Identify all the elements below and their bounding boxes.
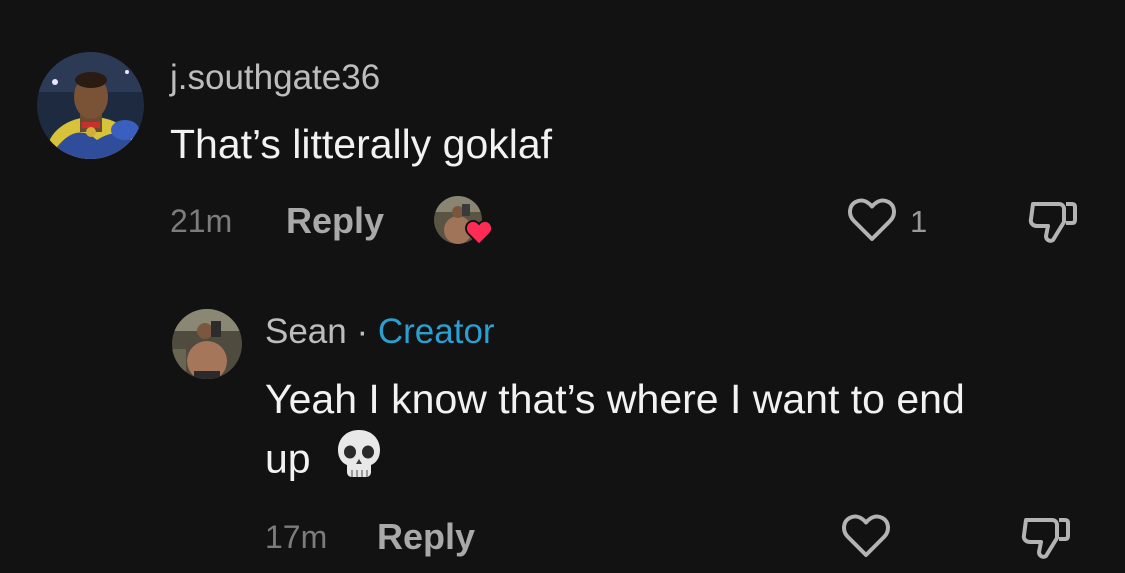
reply-author-line: Sean · Creator [265, 312, 495, 352]
heart-outline-icon [848, 198, 896, 241]
reply-timestamp: 17m [265, 519, 328, 555]
comment-text: That’s litterally goklaf [170, 121, 553, 167]
reply-text-line1: Yeah I know that’s where I want to end [265, 376, 965, 422]
reply-author-avatar[interactable] [172, 309, 242, 379]
comment-timestamp: 21m [170, 203, 233, 239]
reply-like-button[interactable] [840, 512, 892, 560]
reply-text: Yeah I know that’s where I want to end u… [265, 370, 965, 495]
thumbs-down-icon [1028, 202, 1077, 243]
reply-reply-button[interactable]: Reply [377, 516, 475, 558]
like-count: 1 [910, 204, 928, 239]
creator-badge: Creator [377, 312, 495, 351]
like-button[interactable] [846, 196, 898, 244]
username-separator: · [356, 312, 369, 351]
reply-username[interactable]: Sean [265, 312, 347, 351]
heart-outline-icon [842, 514, 890, 557]
creator-liked-badge [434, 196, 494, 248]
reply-text-line2-words: up [265, 435, 311, 482]
thumbs-down-icon [1021, 518, 1070, 559]
commenter-username[interactable]: j.southgate36 [170, 58, 380, 98]
commenter-avatar[interactable] [37, 52, 144, 159]
reply-text-line2: up [265, 428, 965, 495]
dislike-button[interactable] [1027, 196, 1079, 246]
reply-dislike-button[interactable] [1020, 512, 1072, 562]
skull-icon [336, 428, 382, 495]
heart-icon [465, 219, 493, 246]
reply-button[interactable]: Reply [286, 200, 384, 242]
